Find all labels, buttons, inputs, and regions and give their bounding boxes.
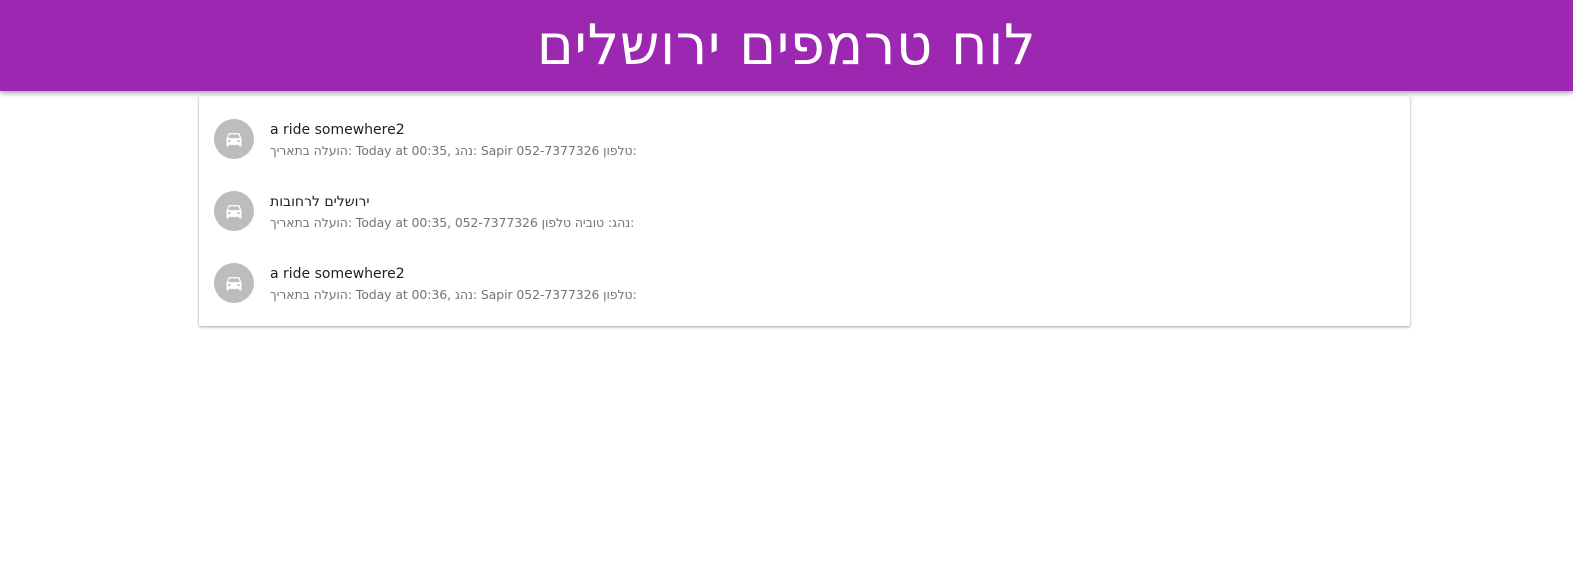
car-icon (226, 133, 242, 147)
ride-details: הועלה בתאריך: Today at 00:35, 052-737732… (270, 215, 635, 230)
car-icon (226, 277, 242, 291)
rides-card: a ride somewhere2 הועלה בתאריך: Today at… (199, 96, 1410, 326)
ride-avatar (214, 191, 254, 231)
ride-title: a ride somewhere2 (270, 122, 405, 138)
ride-title: ירושלים לרחובות (270, 194, 370, 210)
ride-avatar (214, 119, 254, 159)
car-icon (226, 205, 242, 219)
ride-title: a ride somewhere2 (270, 266, 405, 282)
ride-details: הועלה בתאריך: Today at 00:35, נהג: Sapir… (270, 143, 637, 158)
ride-list-item[interactable]: a ride somewhere2 הועלה בתאריך: Today at… (214, 262, 1394, 306)
ride-avatar (214, 263, 254, 303)
ride-list-item[interactable]: ירושלים לרחובות הועלה בתאריך: Today at 0… (214, 190, 1394, 234)
app-bar: לוח טרמפים ירושלים (0, 0, 1573, 91)
ride-details: הועלה בתאריך: Today at 00:36, נהג: Sapir… (270, 287, 637, 302)
page-title: לוח טרמפים ירושלים (536, 12, 1037, 78)
ride-list-item[interactable]: a ride somewhere2 הועלה בתאריך: Today at… (214, 118, 1394, 162)
